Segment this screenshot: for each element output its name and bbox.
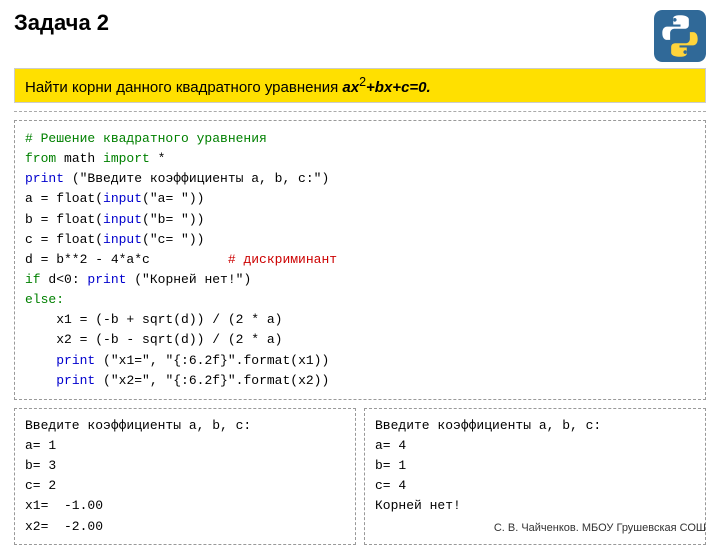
page: Задача 2 Найти корни данного квадратного… bbox=[0, 0, 720, 540]
task-description: Найти корни данного квадратного уравнени… bbox=[14, 68, 706, 103]
title-row: Задача 2 bbox=[14, 10, 706, 62]
divider bbox=[14, 111, 706, 112]
code-block: # Решение квадратного уравнения from mat… bbox=[14, 120, 706, 400]
page-title: Задача 2 bbox=[14, 10, 644, 36]
python-logo-icon bbox=[654, 10, 706, 62]
footer-credit: С. В. Чайченков. МБОУ Грушевская СОШ bbox=[494, 522, 706, 534]
output-panel-1: Введите коэффициенты a, b, c: a= 1 b= 3 … bbox=[14, 408, 356, 545]
